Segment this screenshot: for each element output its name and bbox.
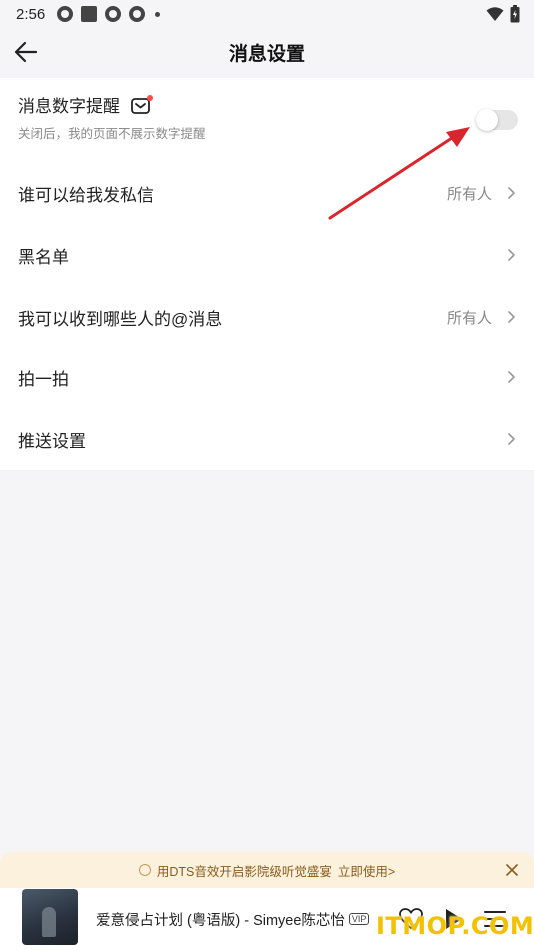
back-button[interactable] (10, 36, 42, 68)
chevron-right-icon (508, 187, 515, 199)
setting-row-blacklist[interactable]: 黑名单 (0, 224, 534, 286)
app-notification-icon (105, 6, 122, 22)
close-icon[interactable] (504, 862, 520, 878)
chevron-right-icon (508, 311, 515, 323)
setting-row-value: 所有人 (446, 309, 492, 327)
message-badge-subtitle: 关闭后，我的页面不展示数字提醒 (18, 127, 206, 141)
setting-row-label: 我可以收到哪些人的@消息 (18, 309, 223, 329)
message-badge-row: 消息数字提醒 关闭后，我的页面不展示数字提醒 (0, 92, 534, 148)
app-notification-icon (129, 6, 146, 22)
setting-row-label: 谁可以给我发私信 (18, 185, 154, 205)
message-badge-icon (131, 94, 153, 114)
setting-row-mentions[interactable]: 我可以收到哪些人的@消息 所有人 (0, 286, 534, 348)
square-notification-icon (81, 6, 98, 22)
chevron-right-icon (508, 371, 515, 383)
header: 消息设置 (0, 28, 534, 76)
message-badge-label: 消息数字提醒 (18, 97, 120, 116)
setting-row-label: 黑名单 (18, 247, 69, 267)
vip-badge: VIP (348, 913, 370, 925)
dts-icon (138, 864, 151, 876)
song-title: 爱意侵占计划 (粤语版) - Simyee陈芯怡 (96, 912, 345, 929)
promo-action-link[interactable]: 立即使用> (338, 861, 395, 880)
settings-card: 消息数字提醒 关闭后，我的页面不展示数字提醒 谁可以给我发私信 所有人 黑名单 (0, 78, 534, 470)
back-arrow-icon (14, 41, 38, 63)
promo-text: 用DTS音效开启影院级听觉盛宴 (156, 864, 332, 879)
chevron-right-icon (508, 433, 515, 445)
setting-row-label: 拍一拍 (18, 369, 69, 389)
now-playing-title: 爱意侵占计划 (粤语版) - Simyee陈芯怡 VIP (96, 909, 370, 930)
page-title: 消息设置 (228, 43, 305, 65)
dts-promo-banner[interactable]: 用DTS音效开启影院级听觉盛宴 立即使用> (0, 852, 534, 888)
wifi-icon (486, 7, 504, 21)
album-cover[interactable] (22, 889, 78, 945)
app-notification-icon (57, 6, 74, 22)
more-notifications-dot-icon (155, 11, 161, 17)
status-bar: 2:56 (0, 0, 534, 28)
status-time: 2:56 (16, 5, 46, 23)
watermark-logo: ITMOP.COM (376, 912, 534, 940)
setting-row-push[interactable]: 推送设置 (0, 408, 534, 470)
setting-row-private-message[interactable]: 谁可以给我发私信 所有人 (0, 162, 534, 224)
message-badge-toggle[interactable] (476, 109, 518, 131)
toggle-knob (476, 109, 498, 131)
setting-row-value: 所有人 (446, 185, 492, 203)
chevron-right-icon (508, 249, 515, 261)
setting-row-nudge[interactable]: 拍一拍 (0, 346, 534, 408)
battery-icon (510, 5, 520, 23)
setting-row-label: 推送设置 (18, 431, 86, 451)
